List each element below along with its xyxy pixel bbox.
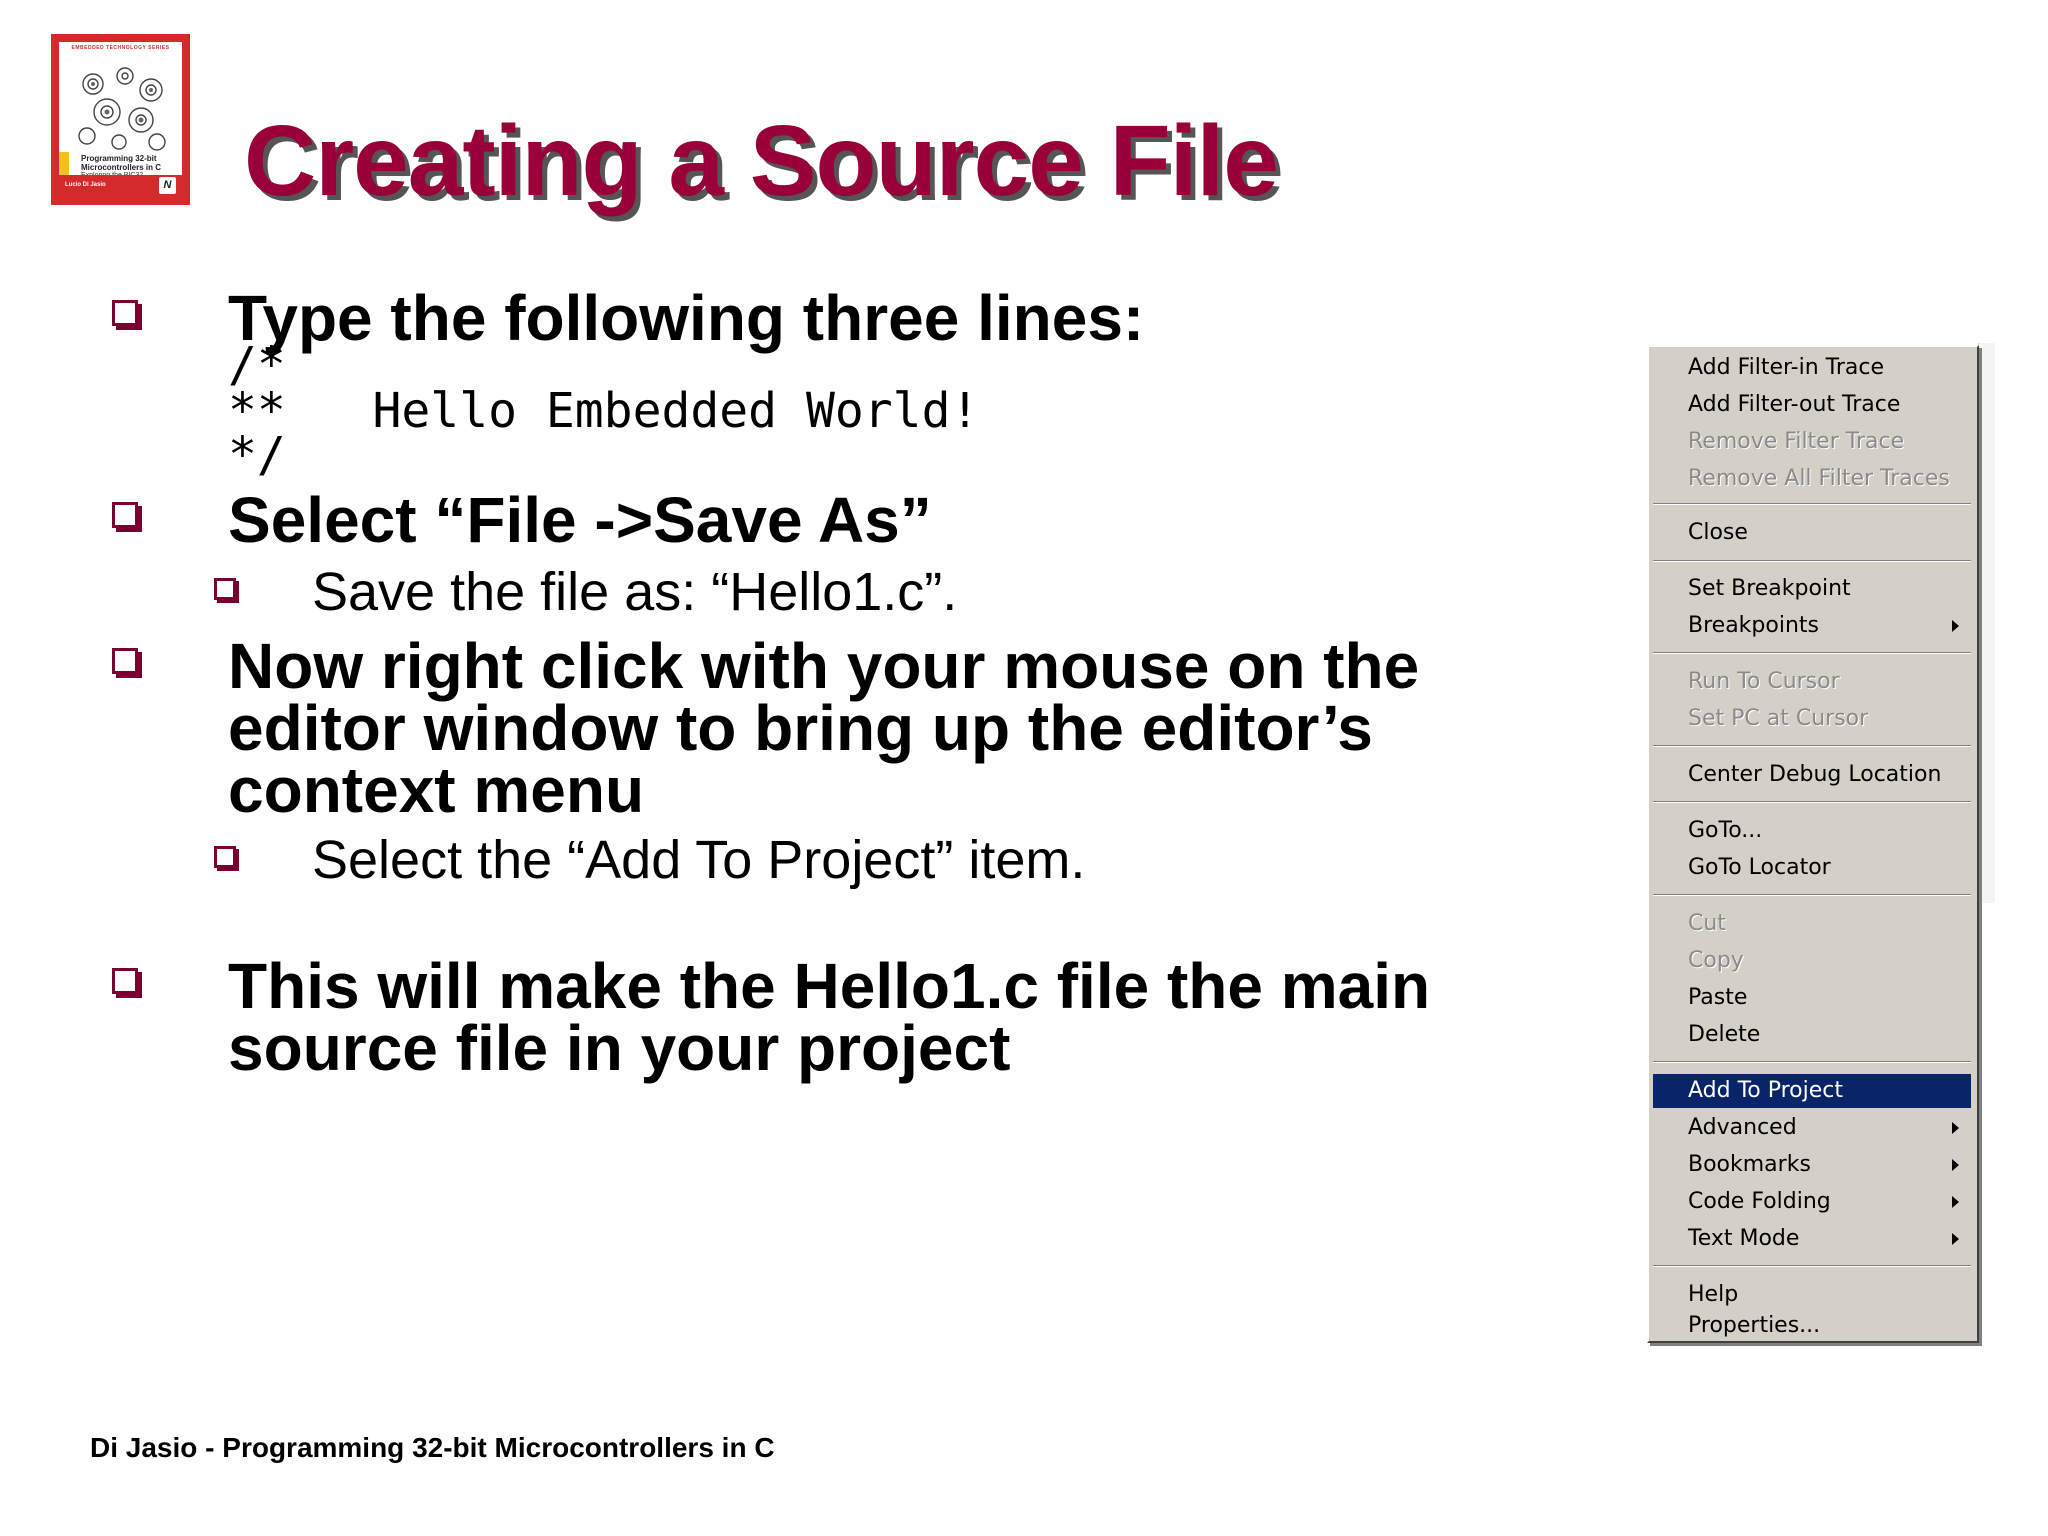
menu-item-delete[interactable]: Delete	[1653, 1018, 1971, 1052]
menu-item-label: Set PC at Cursor	[1688, 706, 1869, 731]
bullet-3-text-line-2: editor window to bring up the editor’s	[228, 692, 1373, 764]
sub-bullet-icon	[214, 578, 236, 600]
menu-item-add-filter-out-trace[interactable]: Add Filter-out Trace	[1653, 388, 1971, 422]
bullet-4-text-line-1: This will make the Hello1.c file the mai…	[228, 950, 1431, 1022]
menu-item-label: Breakpoints	[1688, 613, 1819, 638]
menu-item-label: Add Filter-out Trace	[1688, 392, 1901, 417]
bullet-3-text-line-3: context menu	[228, 754, 645, 826]
menu-item-label: GoTo...	[1688, 818, 1763, 843]
menu-item-goto-locator[interactable]: GoTo Locator	[1653, 851, 1971, 885]
menu-item-remove-all-filter-traces[interactable]: Remove All Filter Traces	[1653, 462, 1971, 496]
submenu-arrow-icon	[1952, 620, 1959, 632]
menu-item-label: Properties...	[1688, 1313, 1821, 1338]
bullet-icon	[112, 300, 138, 326]
menu-item-label: Run To Cursor	[1688, 669, 1840, 694]
menu-item-close[interactable]: Close	[1653, 516, 1971, 550]
menu-separator	[1653, 503, 1971, 505]
slide-title: Creating a Source File	[244, 105, 1279, 217]
submenu-arrow-icon	[1952, 1196, 1959, 1208]
menu-separator	[1653, 652, 1971, 654]
menu-item-label: Text Mode	[1688, 1226, 1800, 1251]
menu-item-advanced[interactable]: Advanced	[1653, 1111, 1971, 1145]
bullet-1-text: Type the following three lines:	[228, 282, 1145, 354]
menu-item-bookmarks[interactable]: Bookmarks	[1653, 1148, 1971, 1182]
menu-item-label: Cut	[1688, 911, 1726, 936]
menu-separator	[1653, 1265, 1971, 1267]
code-line-3: */	[228, 427, 286, 483]
menu-item-label: Paste	[1688, 985, 1748, 1010]
sub-bullet-icon	[214, 846, 236, 868]
bullet-4-text-line-2: source file in your project	[228, 1012, 1011, 1084]
sub-bullet-1-text: Save the file as: “Hello1.c”.	[312, 562, 958, 622]
menu-item-label: Copy	[1688, 948, 1744, 973]
bullet-icon	[112, 502, 138, 528]
submenu-arrow-icon	[1952, 1159, 1959, 1171]
menu-item-breakpoints[interactable]: Breakpoints	[1653, 609, 1971, 643]
menu-item-copy[interactable]: Copy	[1653, 944, 1971, 978]
editor-window-edge	[1978, 343, 1995, 903]
menu-item-label: Remove Filter Trace	[1688, 429, 1905, 454]
editor-context-menu: Add Filter-in Trace Add Filter-out Trace…	[1647, 345, 1979, 1343]
menu-item-label: Delete	[1688, 1022, 1761, 1047]
menu-separator	[1653, 560, 1971, 562]
menu-item-run-to-cursor[interactable]: Run To Cursor	[1653, 665, 1971, 699]
menu-item-set-breakpoint[interactable]: Set Breakpoint	[1653, 572, 1971, 606]
menu-item-help[interactable]: Help	[1653, 1278, 1971, 1312]
menu-item-label: Remove All Filter Traces	[1688, 466, 1950, 491]
menu-item-cut[interactable]: Cut	[1653, 907, 1971, 941]
bullet-2-text: Select “File ->Save As”	[228, 484, 932, 556]
bullet-3-text-line-1: Now right click with your mouse on the	[228, 630, 1420, 702]
menu-item-label: GoTo Locator	[1688, 855, 1831, 880]
menu-item-add-to-project[interactable]: Add To Project	[1653, 1074, 1971, 1108]
submenu-arrow-icon	[1952, 1122, 1959, 1134]
menu-item-goto[interactable]: GoTo...	[1653, 814, 1971, 848]
cover-author: Lucio Di Jasio	[65, 182, 106, 188]
menu-item-label: Code Folding	[1688, 1189, 1831, 1214]
menu-item-code-folding[interactable]: Code Folding	[1653, 1185, 1971, 1219]
cover-author-strip: Lucio Di Jasio N	[59, 175, 182, 197]
menu-item-text-mode[interactable]: Text Mode	[1653, 1222, 1971, 1256]
book-cover-panel: EMBEDDED TECHNOLOGY SERIES Programming 3…	[59, 42, 182, 197]
menu-item-add-filter-in-trace[interactable]: Add Filter-in Trace	[1653, 351, 1971, 385]
menu-item-remove-filter-trace[interactable]: Remove Filter Trace	[1653, 425, 1971, 459]
menu-separator	[1653, 801, 1971, 803]
sub-bullet-2-text: Select the “Add To Project” item.	[312, 830, 1086, 890]
slide: EMBEDDED TECHNOLOGY SERIES Programming 3…	[0, 0, 2048, 1536]
menu-item-label: Bookmarks	[1688, 1152, 1811, 1177]
slide-footer: Di Jasio - Programming 32-bit Microcontr…	[90, 1432, 775, 1463]
menu-separator	[1653, 745, 1971, 747]
book-cover-thumbnail: EMBEDDED TECHNOLOGY SERIES Programming 3…	[51, 34, 190, 205]
cover-series-label: EMBEDDED TECHNOLOGY SERIES	[71, 45, 170, 51]
publisher-logo-icon: N	[159, 177, 176, 194]
menu-item-label: Center Debug Location	[1688, 762, 1942, 787]
menu-item-label: Advanced	[1688, 1115, 1797, 1140]
menu-separator	[1653, 894, 1971, 896]
menu-item-properties[interactable]: Properties...	[1653, 1315, 1971, 1339]
menu-item-set-pc-at-cursor[interactable]: Set PC at Cursor	[1653, 702, 1971, 736]
bullet-icon	[112, 968, 138, 994]
cover-title: Programming 32-bit Microcontrollers in C	[81, 154, 162, 172]
menu-item-label: Close	[1688, 520, 1748, 545]
code-line-2: ** Hello Embedded World!	[228, 383, 980, 439]
submenu-arrow-icon	[1952, 1233, 1959, 1245]
fractal-art-icon	[78, 67, 166, 151]
menu-separator	[1653, 1061, 1971, 1063]
bullet-icon	[112, 648, 138, 674]
menu-item-label: Add Filter-in Trace	[1688, 355, 1885, 380]
menu-item-center-debug-location[interactable]: Center Debug Location	[1653, 758, 1971, 792]
menu-item-paste[interactable]: Paste	[1653, 981, 1971, 1015]
menu-item-label: Help	[1688, 1282, 1739, 1307]
menu-item-label: Add To Project	[1688, 1078, 1844, 1103]
menu-item-label: Set Breakpoint	[1688, 576, 1851, 601]
